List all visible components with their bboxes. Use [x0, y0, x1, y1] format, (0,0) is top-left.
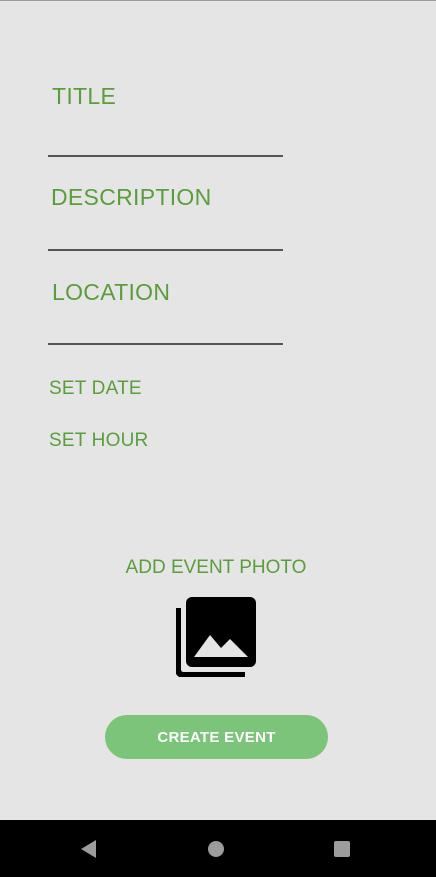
description-underline: [48, 249, 283, 251]
recents-icon[interactable]: [312, 820, 372, 877]
location-underline: [48, 343, 283, 345]
home-icon[interactable]: [186, 820, 246, 877]
back-icon[interactable]: [59, 820, 119, 877]
add-photo-label: ADD EVENT PHOTO: [125, 557, 307, 578]
top-divider: [0, 0, 436, 1]
set-hour-button[interactable]: SET HOUR: [49, 430, 148, 452]
photo-library-icon[interactable]: [175, 595, 258, 678]
title-input[interactable]: [48, 80, 283, 158]
set-date-button[interactable]: SET DATE: [49, 378, 142, 400]
title-underline: [48, 155, 283, 157]
description-input[interactable]: [48, 180, 283, 252]
location-input[interactable]: [48, 274, 283, 346]
system-navigation-bar: [0, 820, 436, 877]
create-event-button[interactable]: CREATE EVENT: [105, 715, 328, 759]
